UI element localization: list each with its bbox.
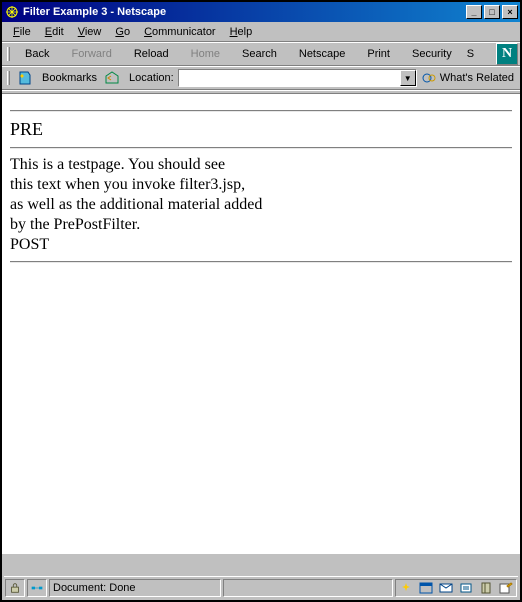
menu-help[interactable]: Help: [223, 24, 260, 40]
statusbar: Document: Done: [4, 576, 518, 598]
status-connection-icon[interactable]: [27, 579, 47, 597]
status-security-icon[interactable]: [5, 579, 25, 597]
tray-nav-icon[interactable]: [418, 581, 434, 595]
menu-edit[interactable]: Edit: [38, 24, 71, 40]
window-title: Filter Example 3 - Netscape: [23, 6, 464, 18]
related-label: What's Related: [440, 72, 514, 84]
menu-go[interactable]: Go: [108, 24, 137, 40]
hr-mid: [10, 147, 512, 149]
toolbar-grip[interactable]: [4, 43, 12, 65]
whats-related[interactable]: What's Related: [417, 71, 518, 85]
page-content: PRE This is a testpage. You should see t…: [2, 94, 520, 554]
body-line-1: This is a testpage. You should see: [10, 155, 512, 175]
menu-view[interactable]: View: [71, 24, 109, 40]
body-line-3: as well as the additional material added: [10, 195, 512, 215]
location-toolbar: Bookmarks Location: ▼ What's Related: [2, 66, 520, 90]
netscape-logo: N: [496, 43, 518, 65]
location-grip[interactable]: [4, 67, 12, 89]
location-input-wrap: ▼: [178, 69, 417, 87]
hr-bottom: [10, 261, 512, 263]
titlebar: Filter Example 3 - Netscape _ □ ×: [2, 2, 520, 22]
status-text: Document: Done: [49, 579, 221, 597]
maximize-button[interactable]: □: [484, 5, 500, 19]
status-progress: [223, 579, 393, 597]
menu-communicator[interactable]: Communicator: [137, 24, 223, 40]
bookmarks-label[interactable]: Bookmarks: [38, 72, 101, 84]
tray-sparkle-icon[interactable]: [398, 581, 414, 595]
bookmarks-icon[interactable]: [17, 70, 35, 86]
tray-composer-icon[interactable]: [498, 581, 514, 595]
search-button[interactable]: Search: [231, 44, 288, 64]
minimize-button[interactable]: _: [466, 5, 482, 19]
location-label: Location:: [125, 72, 178, 84]
location-icon: [104, 70, 122, 86]
home-button[interactable]: Home: [180, 44, 231, 64]
tray-news-icon[interactable]: [458, 581, 474, 595]
menu-file[interactable]: File: [6, 24, 38, 40]
body-line-5: POST: [10, 235, 512, 255]
netscape-button[interactable]: Netscape: [288, 44, 356, 64]
location-input[interactable]: [179, 70, 400, 86]
back-button[interactable]: Back: [14, 44, 60, 64]
hr-top: [10, 110, 512, 112]
menubar: File Edit View Go Communicator Help: [2, 22, 520, 42]
print-button[interactable]: Print: [356, 44, 401, 64]
location-dropdown[interactable]: ▼: [400, 70, 416, 86]
nav-toolbar: Back Forward Reload Home Search Netscape…: [2, 42, 520, 66]
tray-addressbook-icon[interactable]: [478, 581, 494, 595]
body-line-4: by the PrePostFilter.: [10, 215, 512, 235]
tray-mail-icon[interactable]: [438, 581, 454, 595]
body-line-2: this text when you invoke filter3.jsp,: [10, 175, 512, 195]
reload-button[interactable]: Reload: [123, 44, 180, 64]
app-icon: [4, 4, 20, 20]
security-button[interactable]: Security: [401, 44, 463, 64]
related-icon: [421, 71, 437, 85]
shop-button[interactable]: S: [463, 44, 478, 64]
forward-button[interactable]: Forward: [60, 44, 122, 64]
close-button[interactable]: ×: [502, 5, 518, 19]
pre-heading: PRE: [10, 118, 512, 141]
component-bar: [395, 579, 517, 597]
